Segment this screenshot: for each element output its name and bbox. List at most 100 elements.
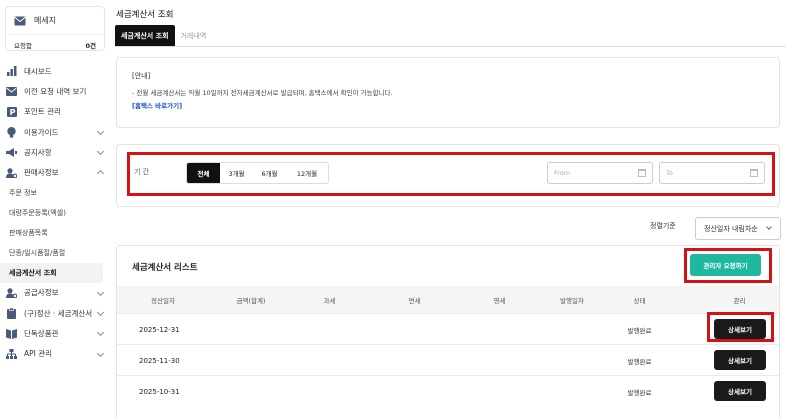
sidebar-item-seller-info[interactable]: 판매사정보 bbox=[0, 162, 111, 182]
chevron-down-icon bbox=[96, 349, 105, 357]
sidebar-subitem-label: 대량주문등록(엑셀) bbox=[9, 208, 66, 217]
envelope-icon bbox=[14, 16, 26, 26]
bulb-icon bbox=[6, 126, 17, 138]
clipboard-icon bbox=[6, 307, 17, 319]
tab-transactions[interactable]: 거래내역 bbox=[175, 25, 213, 46]
main-content: 세금계산서 조회 세금계산서 조회 거래내역 [안내] - 전월 세금계산서는 … bbox=[115, 0, 786, 419]
chevron-down-icon bbox=[96, 127, 105, 135]
from-placeholder: From bbox=[554, 169, 571, 177]
sidebar-subitem-label: 주문 정보 bbox=[9, 188, 37, 197]
request-box-row[interactable]: 요청함 0건 bbox=[14, 40, 96, 50]
user-gear-icon bbox=[6, 287, 17, 298]
highlight-box bbox=[707, 312, 774, 342]
sidebar-item-label: 이용가이드 bbox=[24, 127, 59, 137]
sort-value: 정산일자 내림차순 bbox=[704, 224, 758, 233]
period-6-months-button[interactable]: 6개월 bbox=[253, 163, 286, 183]
sidebar-subitem-tax-invoice[interactable]: 세금계산서 조회 bbox=[0, 262, 103, 283]
chevron-up-icon bbox=[96, 170, 105, 178]
admin-request-button[interactable]: 관리자 요청하기 bbox=[690, 254, 761, 276]
chevron-down-icon bbox=[96, 288, 105, 296]
status-text: 발행완료 bbox=[627, 388, 652, 397]
column-header: 영세 bbox=[493, 296, 506, 305]
sidebar-item-guide[interactable]: 이용가이드 bbox=[0, 122, 111, 142]
sidebar-item-points[interactable]: P 포인트 관리 bbox=[0, 102, 111, 122]
sidebar-item-old-settlement[interactable]: (구)정산 · 세금계산서 bbox=[0, 303, 111, 323]
notice-title: [안내] bbox=[132, 72, 151, 80]
message-header: 메세지 bbox=[14, 15, 56, 26]
sidebar-item-label: (구)정산 · 세금계산서 bbox=[24, 308, 93, 318]
page-title: 세금계산서 조회 bbox=[116, 10, 174, 20]
column-header: 정산일자 bbox=[151, 296, 175, 305]
sidebar-subitem-bulk-order[interactable]: 대량주문등록(엑셀) bbox=[0, 203, 111, 223]
chevron-down-icon bbox=[766, 224, 772, 230]
column-header: 과세 bbox=[323, 296, 336, 305]
sidebar-item-label: 포인트 관리 bbox=[24, 107, 61, 117]
tab-divider bbox=[115, 46, 786, 47]
divider bbox=[6, 34, 104, 35]
filter-panel: 기 간 전체 3개월 6개월 12개월 From To bbox=[116, 144, 780, 207]
period-selector: 전체 3개월 6개월 12개월 bbox=[186, 162, 329, 184]
book-icon bbox=[6, 328, 17, 339]
calendar-icon[interactable] bbox=[638, 169, 646, 177]
sidebar-subitem-discontinued[interactable]: 단종/일시품절/품절 bbox=[0, 243, 111, 263]
period-all-button[interactable]: 전체 bbox=[187, 163, 220, 183]
svg-text:P: P bbox=[9, 108, 15, 117]
period-label: 기 간 bbox=[134, 168, 150, 176]
sidebar-subitem-label: 단종/일시품절/품절 bbox=[9, 248, 66, 257]
sidebar-subitem-label: 판매상품목록 bbox=[9, 228, 48, 237]
request-box-label: 요청함 bbox=[14, 42, 32, 50]
list-title: 세금계산서 리스트 bbox=[132, 263, 198, 273]
chevron-down-icon bbox=[96, 309, 105, 317]
chevron-down-icon bbox=[96, 148, 105, 156]
sidebar-item-exclusive-products[interactable]: 단독상품관 bbox=[0, 323, 111, 343]
settlement-date: 2025-11-30 bbox=[139, 356, 180, 365]
point-icon: P bbox=[6, 106, 17, 117]
sidebar-item-previous-requests[interactable]: 이전 요청 내역 보기 bbox=[0, 81, 111, 101]
message-title: 메세지 bbox=[34, 16, 57, 25]
sidebar-subitem-label: 세금계산서 조회 bbox=[9, 268, 57, 277]
sidebar-item-label: API 관리 bbox=[24, 349, 53, 359]
network-icon bbox=[6, 348, 17, 359]
sidebar-item-notice[interactable]: 공지사항 bbox=[0, 142, 111, 162]
tab-bar: 세금계산서 조회 거래내역 bbox=[115, 25, 212, 46]
tab-tax-invoice[interactable]: 세금계산서 조회 bbox=[115, 25, 175, 46]
hometax-link[interactable]: [홈택스 바로가기] bbox=[132, 100, 182, 110]
sidebar-item-dashboard[interactable]: 대시보드 bbox=[0, 61, 111, 81]
settlement-date: 2025-12-31 bbox=[139, 325, 180, 334]
table-row: 2025-12-31 발행완료 상세보기 bbox=[117, 313, 779, 344]
bar-chart-icon bbox=[6, 66, 17, 77]
sidebar-item-label: 단독상품관 bbox=[24, 329, 59, 339]
period-12-months-button[interactable]: 12개월 bbox=[286, 163, 328, 183]
sort-select[interactable]: 정산일자 내림차순 bbox=[695, 217, 781, 240]
invoice-list-panel: 세금계산서 리스트 관리자 요청하기 정산일자 금액(합계) 과세 면세 영세 … bbox=[116, 245, 780, 419]
settlement-date: 2025-10-31 bbox=[139, 387, 180, 396]
message-card[interactable]: 메세지 요청함 0건 bbox=[5, 6, 105, 51]
sidebar-subitem-order-info[interactable]: 주문 정보 bbox=[0, 183, 111, 203]
status-text: 발행완료 bbox=[627, 326, 652, 335]
table-row: 2025-11-30 발행완료 상세보기 bbox=[117, 344, 779, 375]
sidebar-item-label: 공급사정보 bbox=[24, 288, 59, 298]
column-header: 면세 bbox=[408, 296, 421, 305]
user-gear-icon bbox=[6, 167, 17, 178]
from-date-input[interactable]: From bbox=[547, 162, 653, 184]
sidebar-item-supplier-info[interactable]: 공급사정보 bbox=[0, 283, 111, 303]
sidebar: 메세지 요청함 0건 대시보드 이전 요청 내역 보기 P 포인트 관리 이용가… bbox=[0, 0, 111, 419]
sidebar-nav: 대시보드 이전 요청 내역 보기 P 포인트 관리 이용가이드 공지사항 판매사… bbox=[0, 61, 111, 364]
calendar-icon[interactable] bbox=[750, 169, 758, 177]
detail-button[interactable]: 상세보기 bbox=[714, 381, 766, 401]
period-3-months-button[interactable]: 3개월 bbox=[220, 163, 253, 183]
to-placeholder: To bbox=[666, 169, 673, 177]
table-row: 2025-10-31 발행완료 상세보기 bbox=[117, 375, 779, 406]
sidebar-item-api[interactable]: API 관리 bbox=[0, 344, 111, 364]
to-date-input[interactable]: To bbox=[659, 162, 765, 184]
sort-label: 정렬기준 bbox=[650, 222, 676, 230]
sidebar-subitem-product-list[interactable]: 판매상품목록 bbox=[0, 223, 111, 243]
notice-text: - 전월 세금계산서는 익월 10일까지 전자세금계산서로 발급되며, 홈택스에… bbox=[132, 89, 393, 97]
mail-icon bbox=[6, 86, 17, 97]
detail-button[interactable]: 상세보기 bbox=[714, 350, 766, 370]
column-header: 관리 bbox=[733, 296, 746, 305]
column-header: 상태 bbox=[633, 296, 646, 305]
megaphone-icon bbox=[6, 147, 17, 158]
sidebar-item-label: 판매사정보 bbox=[24, 168, 59, 178]
sidebar-item-label: 공지사항 bbox=[24, 147, 52, 157]
